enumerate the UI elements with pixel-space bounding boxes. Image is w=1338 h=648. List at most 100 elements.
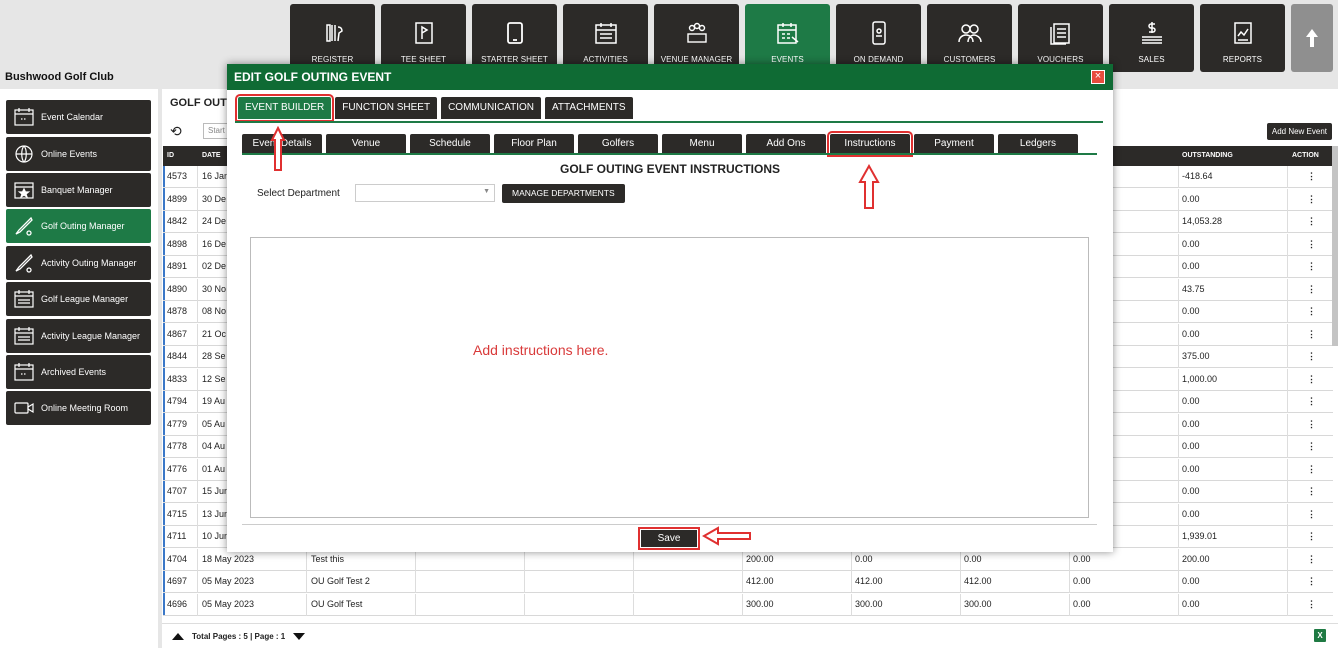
row-action-menu-icon[interactable]: ⋮ (1307, 329, 1316, 340)
cell-divider (197, 368, 198, 391)
nav-vouchers-label: VOUCHERS (1037, 55, 1084, 64)
page-down-icon[interactable] (293, 633, 306, 640)
cell-date: 02 De (202, 261, 227, 271)
page-up-icon[interactable] (172, 633, 184, 640)
nav-events[interactable]: EVENTS (745, 4, 830, 72)
row-action-menu-icon[interactable]: ⋮ (1307, 261, 1316, 272)
sidebar-item-activity-outing-manager[interactable]: Activity Outing Manager (6, 246, 151, 280)
sidebar-item-event-calendar[interactable]: Event Calendar (6, 100, 151, 134)
nav-tee-sheet[interactable]: TEE SHEET (381, 4, 466, 72)
subtab-ledgers[interactable]: Ledgers (998, 134, 1078, 154)
col-id: ID (167, 152, 174, 159)
nav-reports[interactable]: REPORTS (1200, 4, 1285, 72)
instructions-editor[interactable]: Add instructions here. (250, 237, 1089, 518)
subtab-menu[interactable]: Menu (662, 134, 742, 154)
department-select[interactable]: ▼ (355, 184, 495, 202)
sidebar-item-online-events[interactable]: Online Events (6, 137, 151, 171)
sidebar-item-banquet-manager[interactable]: Banquet Manager (6, 173, 151, 207)
tab-communication[interactable]: COMMUNICATION (441, 97, 541, 119)
cell-date: 30 No (202, 283, 227, 294)
top-nav: REGISTER TEE SHEET STARTER SHEET ACTIVIT… (290, 4, 1338, 72)
row-action-menu-icon[interactable]: ⋮ (1307, 239, 1316, 250)
subtab-add-ons[interactable]: Add Ons (746, 134, 826, 154)
nav-activities[interactable]: ACTIVITIES (563, 4, 648, 72)
nav-on-demand[interactable]: ON DEMAND (836, 4, 921, 72)
cell-divider (1178, 571, 1179, 593)
tab-function-sheet[interactable]: FUNCTION SHEET (335, 97, 438, 119)
table-row[interactable]: 4696 05 May 2023 OU Golf Test 300.00 300.00 3… (163, 593, 1333, 616)
subtab-golfers[interactable]: Golfers (578, 134, 658, 154)
cell-divider (1178, 503, 1179, 526)
cell-divider (197, 166, 198, 188)
table-row[interactable]: 4697 05 May 2023 OU Golf Test 2 412.00 412.0… (163, 571, 1333, 593)
row-action-menu-icon[interactable]: ⋮ (1307, 171, 1316, 182)
cell-name: OU Golf Test (311, 598, 363, 609)
row-action-menu-icon[interactable]: ⋮ (1307, 441, 1316, 452)
cell-divider (1287, 188, 1288, 211)
row-action-menu-icon[interactable]: ⋮ (1307, 599, 1316, 610)
nav-vouchers[interactable]: VOUCHERS (1018, 4, 1103, 72)
add-new-event-button[interactable]: Add New Event (1266, 123, 1332, 140)
nav-register[interactable]: REGISTER (290, 4, 375, 72)
manage-departments-button[interactable]: MANAGE DEPARTMENTS (502, 184, 625, 203)
nav-events-label: EVENTS (771, 55, 804, 64)
save-button[interactable]: Save (638, 527, 700, 550)
cell-divider (1178, 436, 1179, 458)
cell-divider (1178, 211, 1179, 233)
row-action-menu-icon[interactable]: ⋮ (1307, 306, 1316, 317)
nav-venue-manager[interactable]: VENUE MANAGER (654, 4, 739, 72)
cell-outstanding: 0.00 (1182, 238, 1200, 249)
sidebar-item-archived-events[interactable]: Archived Events (6, 355, 151, 389)
row-action-menu-icon[interactable]: ⋮ (1307, 576, 1316, 587)
cell-divider (742, 593, 743, 616)
cell-divider (197, 526, 198, 548)
scrollbar[interactable] (1332, 146, 1338, 346)
subtab-instructions[interactable]: Instructions (827, 131, 913, 157)
row-action-menu-icon[interactable]: ⋮ (1307, 396, 1316, 407)
cell-id: 4842 (167, 216, 188, 226)
cell-divider (197, 323, 198, 346)
sidebar-item-activity-league-manager[interactable]: Activity League Manager (6, 319, 151, 353)
pager: Total Pages : 5 | Page : 1 (172, 632, 306, 641)
sidebar-item-online-meeting-room[interactable]: Online Meeting Room (6, 391, 151, 425)
tab-event-builder[interactable]: EVENT BUILDER (234, 94, 335, 122)
row-action-menu-icon[interactable]: ⋮ (1307, 216, 1316, 227)
subtab-venue[interactable]: Venue (326, 134, 406, 154)
row-action-menu-icon[interactable]: ⋮ (1307, 509, 1316, 520)
cell-divider (960, 571, 961, 593)
excel-export-icon[interactable]: X (1314, 629, 1326, 642)
row-action-menu-icon[interactable]: ⋮ (1307, 531, 1316, 542)
nav-sales[interactable]: SALES (1109, 4, 1194, 72)
refresh-icon[interactable]: ⟲ (170, 123, 182, 140)
subtab-payment[interactable]: Payment (914, 134, 994, 154)
subtab-floor-plan[interactable]: Floor Plan (494, 134, 574, 154)
league-calendar-icon (14, 290, 34, 308)
cell-outstanding: 0.00 (1182, 328, 1200, 339)
row-action-menu-icon[interactable]: ⋮ (1307, 486, 1316, 497)
cell-date: 12 Se (202, 373, 226, 384)
row-action-menu-icon[interactable]: ⋮ (1307, 284, 1316, 295)
cell-divider (1287, 503, 1288, 526)
row-action-menu-icon[interactable]: ⋮ (1307, 554, 1316, 565)
tab-attachments[interactable]: ATTACHMENTS (545, 97, 633, 119)
cell-divider (197, 256, 198, 278)
nav-starter-sheet[interactable]: STARTER SHEET (472, 4, 557, 72)
cell-divider (197, 503, 198, 526)
cell-outstanding: 0.00 (1182, 441, 1200, 451)
row-action-menu-icon[interactable]: ⋮ (1307, 419, 1316, 430)
row-action-menu-icon[interactable]: ⋮ (1307, 194, 1316, 205)
scroll-up-button[interactable] (1291, 4, 1333, 72)
row-action-menu-icon[interactable]: ⋮ (1307, 351, 1316, 362)
close-icon[interactable]: × (1091, 70, 1105, 84)
row-action-menu-icon[interactable]: ⋮ (1307, 464, 1316, 475)
row-action-menu-icon[interactable]: ⋮ (1307, 374, 1316, 385)
nav-customers[interactable]: CUSTOMERS (927, 4, 1012, 72)
sidebar-item-golf-outing-manager[interactable]: Golf Outing Manager (6, 209, 151, 243)
sidebar-item-golf-league-manager[interactable]: Golf League Manager (6, 282, 151, 316)
cell-outstanding: 375.00 (1182, 351, 1210, 361)
subtab-schedule[interactable]: Schedule (410, 134, 490, 154)
cell-outstanding: 0.00 (1182, 576, 1200, 586)
club-name: Bushwood Golf Club (5, 71, 114, 83)
annotation-arrow-left-icon (702, 526, 751, 546)
modal-top-tabs: EVENT BUILDER FUNCTION SHEET COMMUNICATI… (234, 94, 637, 122)
